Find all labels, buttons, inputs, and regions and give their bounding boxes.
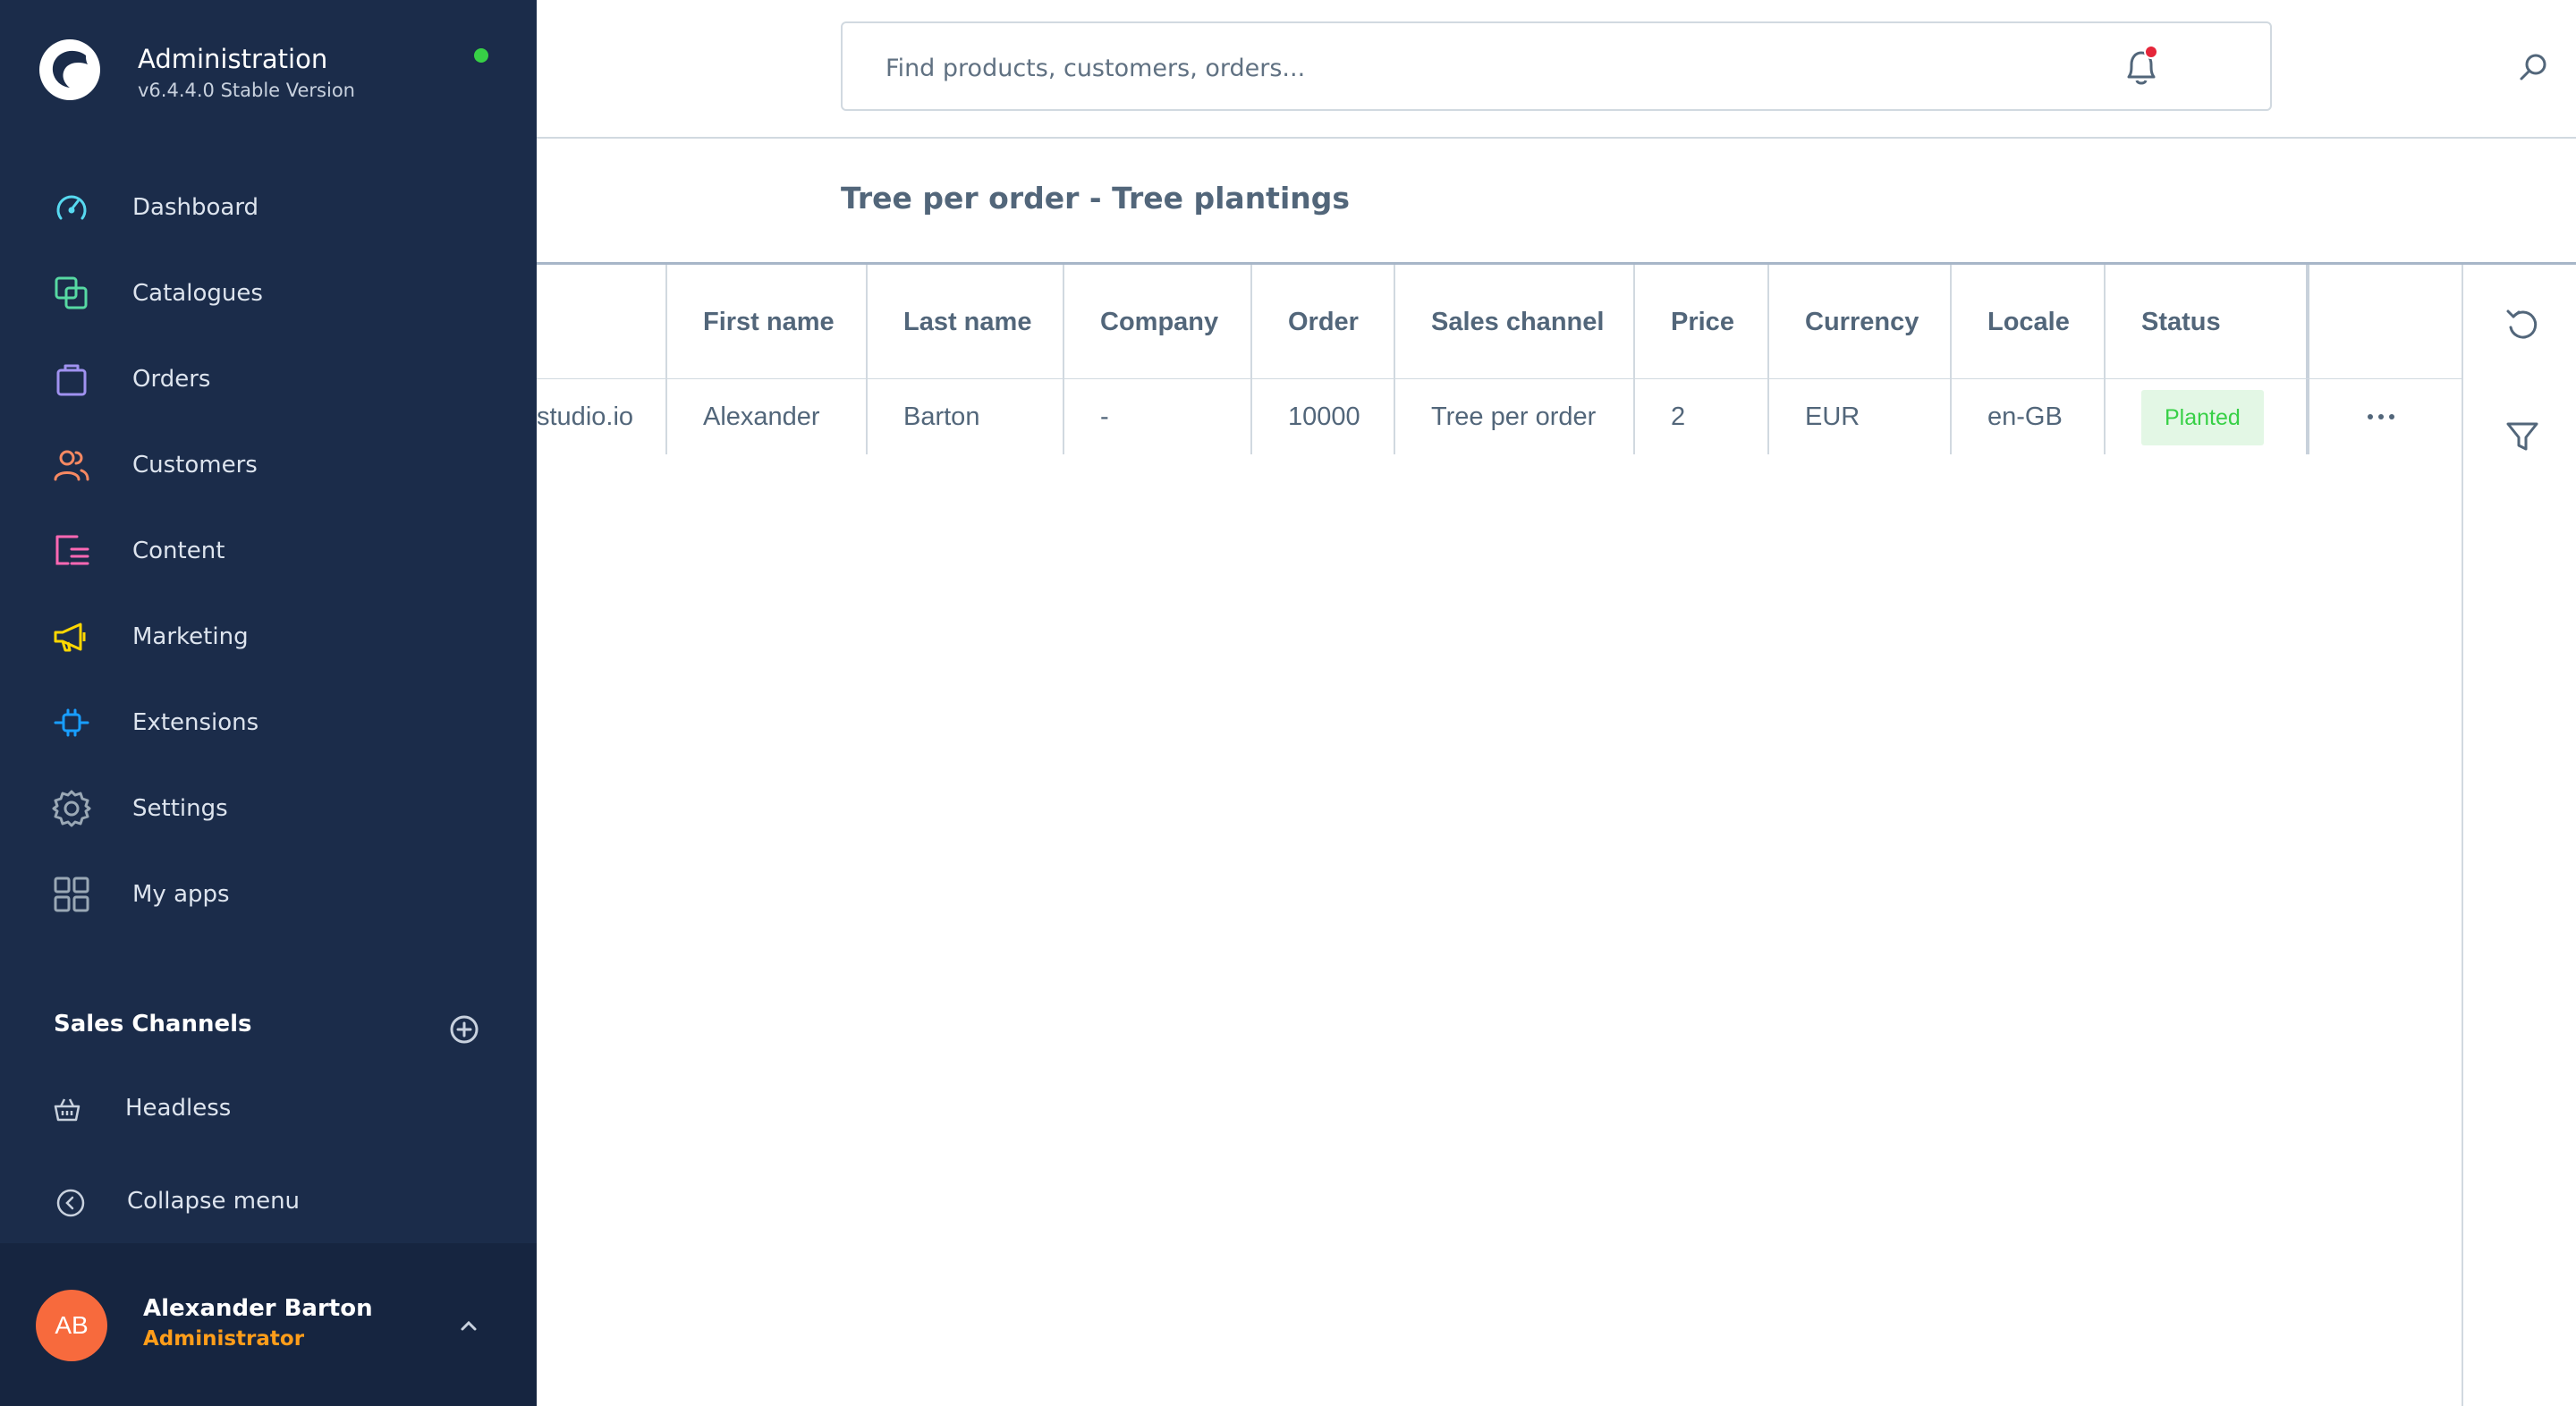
cell-last-name: Barton [866, 379, 1063, 454]
cell-sales-channel: Tree per order [1394, 379, 1633, 454]
user-role: Administrator [143, 1327, 305, 1351]
main-navigation: Dashboard Catalogues Orders Customers Co… [0, 165, 537, 937]
column-header-currency[interactable]: Currency [1767, 265, 1950, 378]
cell-locale: en-GB [1950, 379, 2104, 454]
nav-item-label: Dashboard [132, 194, 259, 221]
cell-price: 2 [1633, 379, 1767, 454]
cell-email: studio.io [537, 402, 634, 431]
my-apps-grid-icon [54, 877, 89, 912]
dashboard-gauge-icon [56, 195, 87, 220]
nav-item-content[interactable]: Content [0, 508, 537, 594]
nav-item-label: Orders [132, 366, 211, 393]
search-input[interactable] [886, 48, 2174, 88]
nav-item-orders[interactable]: Orders [0, 336, 537, 422]
cell-first-name: Alexander [665, 379, 866, 454]
nav-item-label: My apps [132, 881, 230, 908]
column-header-email[interactable] [537, 265, 665, 378]
column-header-company[interactable]: Company [1063, 265, 1250, 378]
refresh-icon[interactable] [2504, 304, 2540, 343]
app-version: v6.4.4.0 Stable Version [138, 80, 355, 101]
grid-header-row: First name Last name Company Order Sales… [537, 265, 2462, 379]
nav-item-label: Catalogues [132, 280, 263, 307]
nav-item-my-apps[interactable]: My apps [0, 851, 537, 937]
user-name: Alexander Barton [143, 1295, 373, 1322]
nav-item-label: Content [132, 538, 225, 564]
sidebar: Administration v6.4.4.0 Stable Version D… [0, 0, 537, 1406]
status-badge: Planted [2141, 390, 2264, 445]
nav-item-label: Extensions [132, 709, 259, 736]
column-header-last-name[interactable]: Last name [866, 265, 1063, 378]
settings-gear-icon [52, 790, 91, 827]
column-header-order[interactable]: Order [1250, 265, 1394, 378]
column-header-sales-channel[interactable]: Sales channel [1394, 265, 1633, 378]
sales-channel-item-headless[interactable]: Headless [0, 1082, 537, 1136]
nav-item-extensions[interactable]: Extensions [0, 680, 537, 766]
column-header-status[interactable]: Status [2104, 265, 2306, 378]
nav-item-label: Customers [132, 452, 258, 479]
brand[interactable]: Administration v6.4.4.0 Stable Version [38, 38, 355, 102]
nav-item-dashboard[interactable]: Dashboard [0, 165, 537, 250]
customers-icon [54, 450, 89, 481]
collapse-chevron-circle-icon [56, 1189, 85, 1217]
extensions-plug-icon [54, 708, 89, 737]
basket-icon [54, 1098, 80, 1122]
marketing-megaphone-icon [54, 623, 86, 652]
collapse-menu-button[interactable]: Collapse menu [0, 1177, 537, 1231]
sales-channels-header: Sales Channels [54, 1011, 252, 1038]
nav-item-marketing[interactable]: Marketing [0, 594, 537, 680]
cell-company: - [1063, 379, 1250, 454]
shopware-logo-icon [39, 39, 100, 100]
online-status-indicator [474, 48, 488, 63]
tree-plantings-grid: First name Last name Company Order Sales… [537, 265, 2462, 454]
chevron-up-icon[interactable] [456, 1313, 481, 1338]
catalogues-icon [55, 276, 88, 309]
column-header-first-name[interactable]: First name [665, 265, 866, 378]
user-panel[interactable]: AB Alexander Barton Administrator [0, 1243, 537, 1406]
page-title: Tree per order - Tree plantings [841, 181, 1351, 216]
search-icon[interactable] [2515, 50, 2551, 86]
more-actions-icon[interactable] [2363, 404, 2399, 429]
app-title: Administration [138, 44, 328, 74]
cell-status: Planted [2104, 379, 2306, 454]
cell-currency: EUR [1767, 379, 1950, 454]
avatar: AB [36, 1290, 107, 1361]
cell-actions [2306, 379, 2462, 454]
column-header-actions [2306, 265, 2462, 378]
sales-channel-label: Headless [125, 1095, 232, 1122]
nav-item-catalogues[interactable]: Catalogues [0, 250, 537, 336]
cell-order: 10000 [1250, 379, 1394, 454]
filter-icon[interactable] [2504, 419, 2540, 454]
nav-item-settings[interactable]: Settings [0, 766, 537, 851]
table-row[interactable]: studio.io Alexander Barton - 10000 Tree … [537, 379, 2462, 454]
notification-badge [2144, 45, 2158, 59]
nav-item-label: Settings [132, 795, 228, 822]
global-search [841, 21, 2546, 111]
column-header-locale[interactable]: Locale [1950, 265, 2104, 378]
nav-item-label: Marketing [132, 623, 249, 650]
content-icon [55, 535, 89, 565]
add-sales-channel-icon[interactable] [449, 1014, 479, 1045]
orders-bag-icon [56, 364, 87, 396]
sidebar-actions-rail [2462, 265, 2576, 1406]
collapse-menu-label: Collapse menu [127, 1188, 301, 1215]
nav-item-customers[interactable]: Customers [0, 422, 537, 508]
column-header-price[interactable]: Price [1633, 265, 1767, 378]
top-bar [537, 0, 2576, 139]
